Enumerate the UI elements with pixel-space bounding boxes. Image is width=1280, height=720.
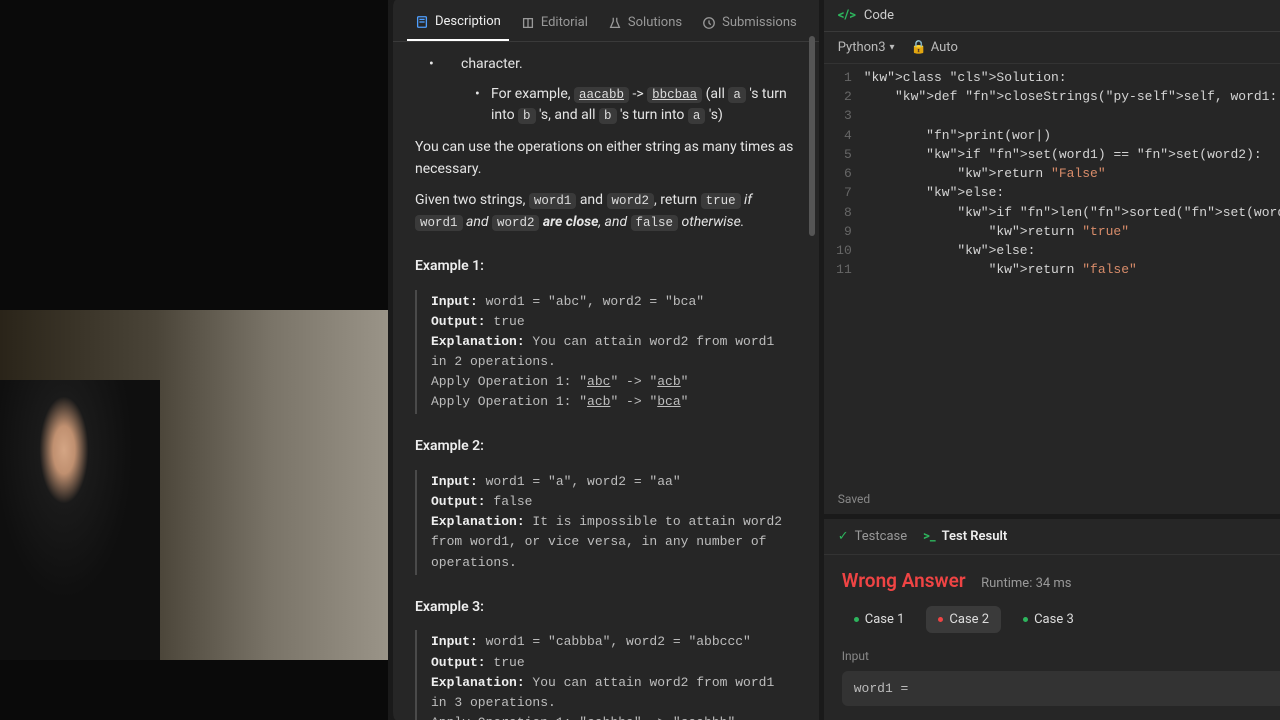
tab-testresult[interactable]: >_ Test Result (923, 529, 1007, 544)
paragraph: You can use the operations on either str… (415, 137, 797, 180)
tab-testcase[interactable]: ✓ Testcase (838, 529, 907, 544)
result-body: Wrong Answer Runtime: 34 ms Case 1 Case … (824, 555, 1280, 720)
webcam-person (0, 380, 160, 660)
tab-solutions[interactable]: Solutions (600, 8, 690, 41)
chevron-down-icon: ▾ (890, 42, 895, 53)
book-icon (521, 16, 535, 30)
tab-label: Solutions (628, 15, 682, 30)
tab-label: Editorial (541, 15, 588, 30)
saved-status: Saved (824, 488, 1280, 514)
example-heading: Example 2: (415, 436, 797, 458)
paragraph: Given two strings, word1 and word2, retu… (415, 190, 797, 233)
tab-description[interactable]: Description (407, 8, 509, 41)
tab-submissions[interactable]: Submissions (694, 8, 805, 41)
language-select[interactable]: Python3 ▾ (838, 40, 895, 55)
result-tabs: ✓ Testcase >_ Test Result (824, 519, 1280, 555)
tab-label: Description (435, 14, 501, 29)
example-heading: Example 3: (415, 597, 797, 619)
problem-description: character. For example, aacabb -> bbcbaa… (393, 42, 819, 720)
text-line: character. (461, 54, 797, 76)
result-panel: ✓ Testcase >_ Test Result Wrong Answer R… (824, 514, 1280, 720)
code-icon: </> (838, 8, 856, 23)
example-bullet: For example, aacabb -> bbcbaa (all a 's … (461, 84, 797, 127)
line-gutter: 1234567891011 (824, 68, 864, 488)
case-2-button[interactable]: Case 2 (926, 606, 1001, 633)
terminal-icon: >_ (923, 529, 936, 544)
status-dot (938, 617, 943, 622)
example-block: Input: word1 = "abc", word2 = "bca" Outp… (415, 290, 797, 415)
language-bar: Python3 ▾ 🔒 Auto (824, 32, 1280, 64)
description-panel: Description Editorial Solutions Submissi… (388, 0, 819, 720)
case-row: Case 1 Case 2 Case 3 (842, 606, 1280, 633)
webcam-blank (0, 0, 388, 155)
result-status-row: Wrong Answer Runtime: 34 ms (842, 569, 1280, 592)
check-icon: ✓ (838, 529, 849, 544)
code-title: Code (864, 8, 894, 23)
code-lines[interactable]: "kw">class "cls">Solution: "kw">def "fn"… (864, 68, 1280, 488)
case-3-button[interactable]: Case 3 (1011, 606, 1086, 633)
case-1-button[interactable]: Case 1 (842, 606, 917, 633)
status-dot (1023, 617, 1028, 622)
example-block: Input: word1 = "cabbba", word2 = "abbccc… (415, 630, 797, 720)
flask-icon (608, 16, 622, 30)
lock-icon: 🔒 (911, 40, 927, 55)
input-label: Input (842, 649, 1280, 663)
input-value[interactable]: word1 = (842, 671, 1280, 706)
clock-icon (702, 16, 716, 30)
code-header: </> Code (824, 0, 1280, 32)
problem-tabs: Description Editorial Solutions Submissi… (393, 0, 819, 42)
tab-editorial[interactable]: Editorial (513, 8, 596, 41)
webcam-panel (0, 0, 388, 720)
status-dot (854, 617, 859, 622)
tab-label: Submissions (722, 15, 797, 30)
webcam-feed (0, 310, 388, 660)
scrollbar[interactable] (809, 36, 815, 236)
code-editor[interactable]: 1234567891011 "kw">class "cls">Solution:… (824, 64, 1280, 488)
example-heading: Example 1: (415, 256, 797, 278)
status-text: Wrong Answer (842, 569, 966, 592)
code-panel: </> Code Python3 ▾ 🔒 Auto 1234567891011 … (819, 0, 1280, 720)
auto-toggle[interactable]: 🔒 Auto (911, 40, 958, 55)
example-block: Input: word1 = "a", word2 = "aa" Output:… (415, 470, 797, 575)
runtime-text: Runtime: 34 ms (981, 576, 1071, 591)
doc-icon (415, 15, 429, 29)
